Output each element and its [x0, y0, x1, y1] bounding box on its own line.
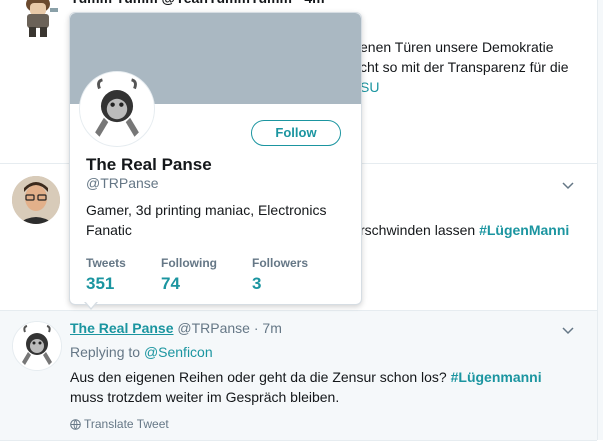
tweet-avatar[interactable] — [12, 321, 62, 371]
chevron-down-icon[interactable] — [562, 179, 574, 191]
tweet-avatar[interactable] — [20, 0, 68, 40]
tweet-text-line: enen Türen unsere Demokratie — [360, 39, 554, 55]
stat-value-tweets[interactable]: 351 — [86, 274, 114, 294]
follow-button[interactable]: Follow — [251, 120, 341, 146]
tweet-header: The Real Panse @TRPanse · 7m — [70, 318, 282, 338]
profile-hovercard[interactable]: Follow The Real Panse @TRPanse Gamer, 3d… — [69, 12, 362, 310]
tweet-text-line[interactable]: SU — [360, 77, 379, 97]
doctor-figure-avatar-icon — [20, 0, 68, 40]
replying-handle-link[interactable]: @Senficon — [144, 344, 213, 360]
author-handle[interactable]: @TRPanse — [177, 320, 250, 336]
chevron-down-icon[interactable] — [562, 324, 574, 336]
stat-label-following[interactable]: Following — [161, 256, 217, 270]
replying-to: Replying to @Senficon — [70, 342, 213, 362]
profile-avatar[interactable] — [80, 72, 154, 146]
tweet-text: Aus den eigenen Reihen oder geht da die … — [70, 369, 451, 385]
hashtag-link[interactable]: #LügenManni — [479, 222, 569, 238]
translate-tweet-link[interactable]: Translate Tweet — [70, 414, 169, 436]
tweet-timestamp[interactable]: · 7m — [254, 320, 282, 336]
tweet-text-line: Aus den eigenen Reihen oder geht da die … — [70, 367, 542, 387]
stat-value-followers[interactable]: 3 — [252, 274, 261, 294]
tweet-header: Yumm Yumm @YeahYummYumm · 4m — [70, 0, 325, 8]
stat-value-following[interactable]: 74 — [161, 274, 180, 294]
stat-label-tweets[interactable]: Tweets — [86, 256, 126, 270]
translate-label: Translate Tweet — [84, 417, 169, 431]
globe-icon — [70, 416, 81, 436]
author-name-link[interactable]: The Real Panse — [70, 320, 174, 336]
tweet-text-line: rschwinden lassen #LügenManni — [360, 220, 569, 240]
tweet-text-line: cht so mit der Transparenz für die — [360, 59, 569, 75]
stat-label-followers[interactable]: Followers — [252, 256, 308, 270]
user-photo-icon — [12, 176, 60, 224]
tweet-text: rschwinden lassen — [360, 222, 480, 238]
profile-bio: Gamer, 3d printing maniac, Electronics F… — [86, 202, 327, 238]
hovercard-pointer-fill — [85, 301, 97, 308]
tweet-avatar[interactable] — [12, 176, 60, 224]
page-background — [598, 0, 603, 440]
tweet-text-line: muss trotzdem weiter im Gespräch bleiben… — [70, 389, 340, 405]
monkey-logo-icon — [82, 74, 152, 144]
profile-handle[interactable]: @TRPanse — [86, 175, 159, 191]
replying-prefix: Replying to — [70, 344, 144, 360]
monkey-logo-icon — [13, 322, 61, 370]
hashtag-link[interactable]: #Lügenmanni — [451, 369, 542, 385]
profile-name[interactable]: The Real Panse — [86, 155, 212, 175]
tweet-item[interactable]: The Real Panse @TRPanse · 7m Replying to… — [0, 311, 597, 441]
